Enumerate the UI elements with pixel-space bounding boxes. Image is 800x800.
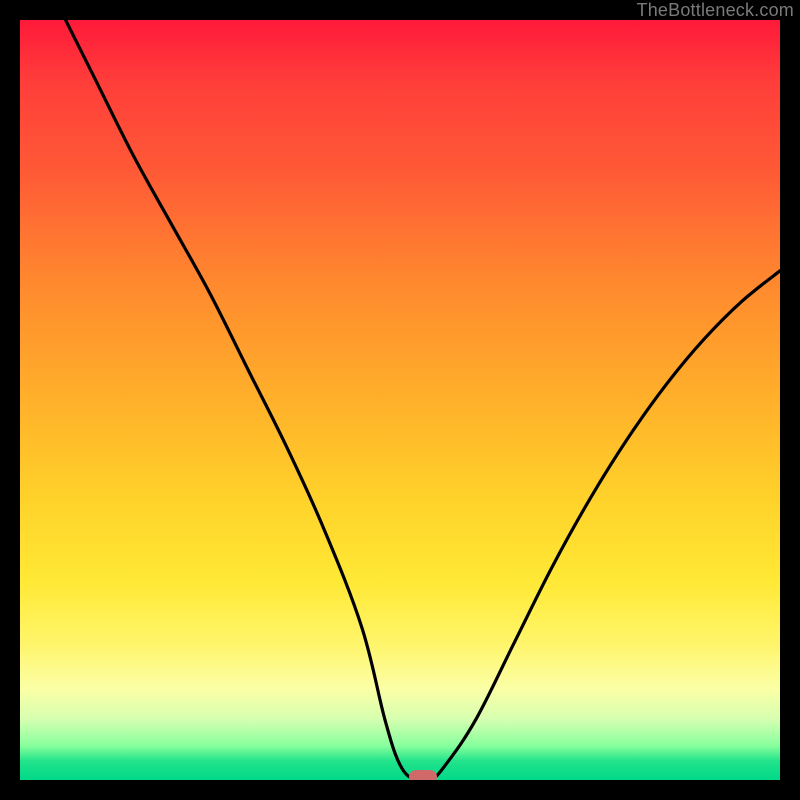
bottleneck-curve <box>20 20 780 780</box>
minimum-marker <box>409 770 437 780</box>
plot-area <box>20 20 780 780</box>
chart-frame: TheBottleneck.com <box>0 0 800 800</box>
watermark-text: TheBottleneck.com <box>637 0 794 21</box>
